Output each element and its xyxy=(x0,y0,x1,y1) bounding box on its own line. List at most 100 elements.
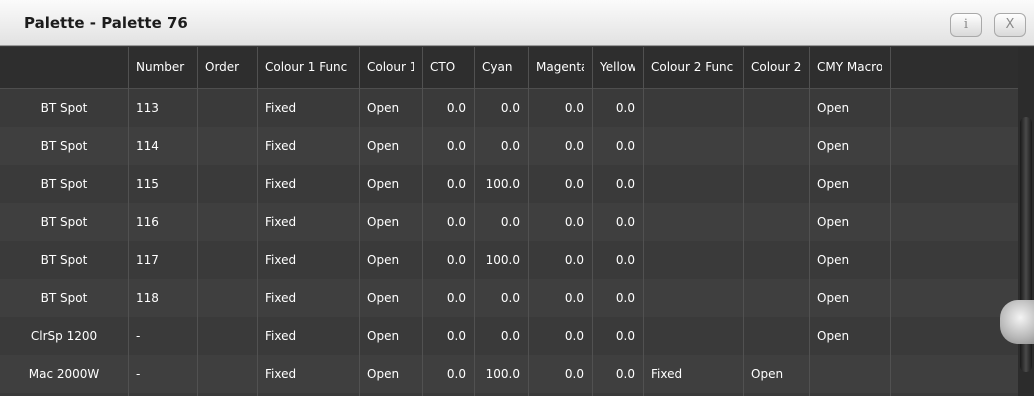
magenta-cell[interactable]: 0.0 xyxy=(536,89,584,127)
cyan-cell[interactable]: 0.0 xyxy=(482,89,520,127)
column-header-5[interactable]: CTO xyxy=(430,47,466,88)
order-cell[interactable] xyxy=(205,317,249,355)
colour1-func-cell[interactable]: Fixed xyxy=(265,355,351,393)
order-cell[interactable] xyxy=(205,89,249,127)
order-cell[interactable] xyxy=(205,127,249,165)
colour1-func-cell[interactable]: Fixed xyxy=(265,165,351,203)
colour2-cell[interactable] xyxy=(751,165,801,203)
colour2-func-cell[interactable] xyxy=(651,127,735,165)
colour2-cell[interactable] xyxy=(751,241,801,279)
column-header-8[interactable]: Yellow xyxy=(600,47,635,88)
order-cell[interactable] xyxy=(205,279,249,317)
cyan-cell[interactable]: 100.0 xyxy=(482,165,520,203)
colour1-func-cell[interactable]: Fixed xyxy=(265,89,351,127)
order-cell[interactable] xyxy=(205,165,249,203)
magenta-cell[interactable]: 0.0 xyxy=(536,127,584,165)
fixture-cell[interactable]: BT Spot xyxy=(8,279,120,317)
colour2-cell[interactable] xyxy=(751,89,801,127)
cto-cell[interactable]: 0.0 xyxy=(430,165,466,203)
colour2-func-cell[interactable] xyxy=(651,279,735,317)
table-row[interactable]: BT Spot 118 Fixed Open 0.0 0.0 0.0 0.0 Open xyxy=(0,279,1018,317)
cto-cell[interactable]: 0.0 xyxy=(430,355,466,393)
magenta-cell[interactable]: 0.0 xyxy=(536,317,584,355)
cto-cell[interactable]: 0.0 xyxy=(430,241,466,279)
yellow-cell[interactable]: 0.0 xyxy=(600,317,635,355)
cyan-cell[interactable]: 0.0 xyxy=(482,279,520,317)
table-row[interactable]: BT Spot 116 Fixed Open 0.0 0.0 0.0 0.0 Open xyxy=(0,203,1018,241)
colour2-func-cell[interactable] xyxy=(651,89,735,127)
colour1-func-cell[interactable]: Fixed xyxy=(265,241,351,279)
yellow-cell[interactable]: 0.0 xyxy=(600,203,635,241)
colour1-cell[interactable]: Open xyxy=(367,203,414,241)
number-cell[interactable]: 115 xyxy=(136,165,189,203)
fixture-cell[interactable]: BT Spot xyxy=(8,241,120,279)
colour2-func-cell[interactable]: Fixed xyxy=(651,355,735,393)
column-header-9[interactable]: Colour 2 Func xyxy=(651,47,735,88)
table-row[interactable]: BT Spot 113 Fixed Open 0.0 0.0 0.0 0.0 Open xyxy=(0,89,1018,127)
fixture-cell[interactable]: ClrSp 1200 xyxy=(8,317,120,355)
colour1-func-cell[interactable]: Fixed xyxy=(265,317,351,355)
cmy-macro-cell[interactable]: Open xyxy=(817,165,882,203)
magenta-cell[interactable]: 0.0 xyxy=(536,279,584,317)
colour1-cell[interactable]: Open xyxy=(367,89,414,127)
table-row[interactable]: BT Spot 117 Fixed Open 0.0 100.0 0.0 0.0 Open xyxy=(0,241,1018,279)
colour2-cell[interactable]: Open xyxy=(751,355,801,393)
colour1-func-cell[interactable]: Fixed xyxy=(265,127,351,165)
cmy-macro-cell[interactable]: Open xyxy=(817,127,882,165)
cmy-macro-cell[interactable]: Open xyxy=(817,203,882,241)
number-cell[interactable]: 116 xyxy=(136,203,189,241)
yellow-cell[interactable]: 0.0 xyxy=(600,89,635,127)
yellow-cell[interactable]: 0.0 xyxy=(600,355,635,393)
column-header-10[interactable]: Colour 2 xyxy=(751,47,801,88)
table-row[interactable]: BT Spot 115 Fixed Open 0.0 100.0 0.0 0.0 Open xyxy=(0,165,1018,203)
colour1-cell[interactable]: Open xyxy=(367,355,414,393)
cmy-macro-cell[interactable]: Open xyxy=(817,317,882,355)
fixture-cell[interactable]: BT Spot xyxy=(8,165,120,203)
fixture-cell[interactable]: BT Spot xyxy=(8,203,120,241)
yellow-cell[interactable]: 0.0 xyxy=(600,279,635,317)
cto-cell[interactable]: 0.0 xyxy=(430,203,466,241)
cto-cell[interactable]: 0.0 xyxy=(430,89,466,127)
yellow-cell[interactable]: 0.0 xyxy=(600,127,635,165)
colour2-cell[interactable] xyxy=(751,127,801,165)
colour1-cell[interactable]: Open xyxy=(367,317,414,355)
column-header-1[interactable]: Number xyxy=(136,47,189,88)
cyan-cell[interactable]: 0.0 xyxy=(482,317,520,355)
cyan-cell[interactable]: 0.0 xyxy=(482,203,520,241)
magenta-cell[interactable]: 0.0 xyxy=(536,165,584,203)
number-cell[interactable]: 113 xyxy=(136,89,189,127)
close-button[interactable]: X xyxy=(994,13,1026,37)
column-header-6[interactable]: Cyan xyxy=(482,47,520,88)
column-header-12[interactable] xyxy=(898,47,1010,88)
cyan-cell[interactable]: 0.0 xyxy=(482,127,520,165)
colour1-cell[interactable]: Open xyxy=(367,165,414,203)
magenta-cell[interactable]: 0.0 xyxy=(536,355,584,393)
cto-cell[interactable]: 0.0 xyxy=(430,317,466,355)
number-cell[interactable]: - xyxy=(136,317,189,355)
column-header-0[interactable] xyxy=(8,47,120,88)
colour2-func-cell[interactable] xyxy=(651,241,735,279)
table-row[interactable]: Mac 2000W - Fixed Open 0.0 100.0 0.0 0.0 Fixed Op… xyxy=(0,355,1018,393)
yellow-cell[interactable]: 0.0 xyxy=(600,165,635,203)
colour1-cell[interactable]: Open xyxy=(367,241,414,279)
colour2-cell[interactable] xyxy=(751,203,801,241)
table-row[interactable]: BT Spot 114 Fixed Open 0.0 0.0 0.0 0.0 Open xyxy=(0,127,1018,165)
cto-cell[interactable]: 0.0 xyxy=(430,127,466,165)
magenta-cell[interactable]: 0.0 xyxy=(536,203,584,241)
yellow-cell[interactable]: 0.0 xyxy=(600,241,635,279)
cto-cell[interactable]: 0.0 xyxy=(430,279,466,317)
column-header-3[interactable]: Colour 1 Func xyxy=(265,47,351,88)
colour1-cell[interactable]: Open xyxy=(367,279,414,317)
fixture-cell[interactable]: BT Spot xyxy=(8,127,120,165)
colour2-cell[interactable] xyxy=(751,317,801,355)
colour2-func-cell[interactable] xyxy=(651,165,735,203)
cmy-macro-cell[interactable] xyxy=(817,355,882,393)
cmy-macro-cell[interactable]: Open xyxy=(817,89,882,127)
fixture-cell[interactable]: BT Spot xyxy=(8,89,120,127)
order-cell[interactable] xyxy=(205,203,249,241)
colour1-func-cell[interactable]: Fixed xyxy=(265,279,351,317)
colour1-func-cell[interactable]: Fixed xyxy=(265,203,351,241)
column-header-11[interactable]: CMY Macro xyxy=(817,47,882,88)
magenta-cell[interactable]: 0.0 xyxy=(536,241,584,279)
order-cell[interactable] xyxy=(205,355,249,393)
